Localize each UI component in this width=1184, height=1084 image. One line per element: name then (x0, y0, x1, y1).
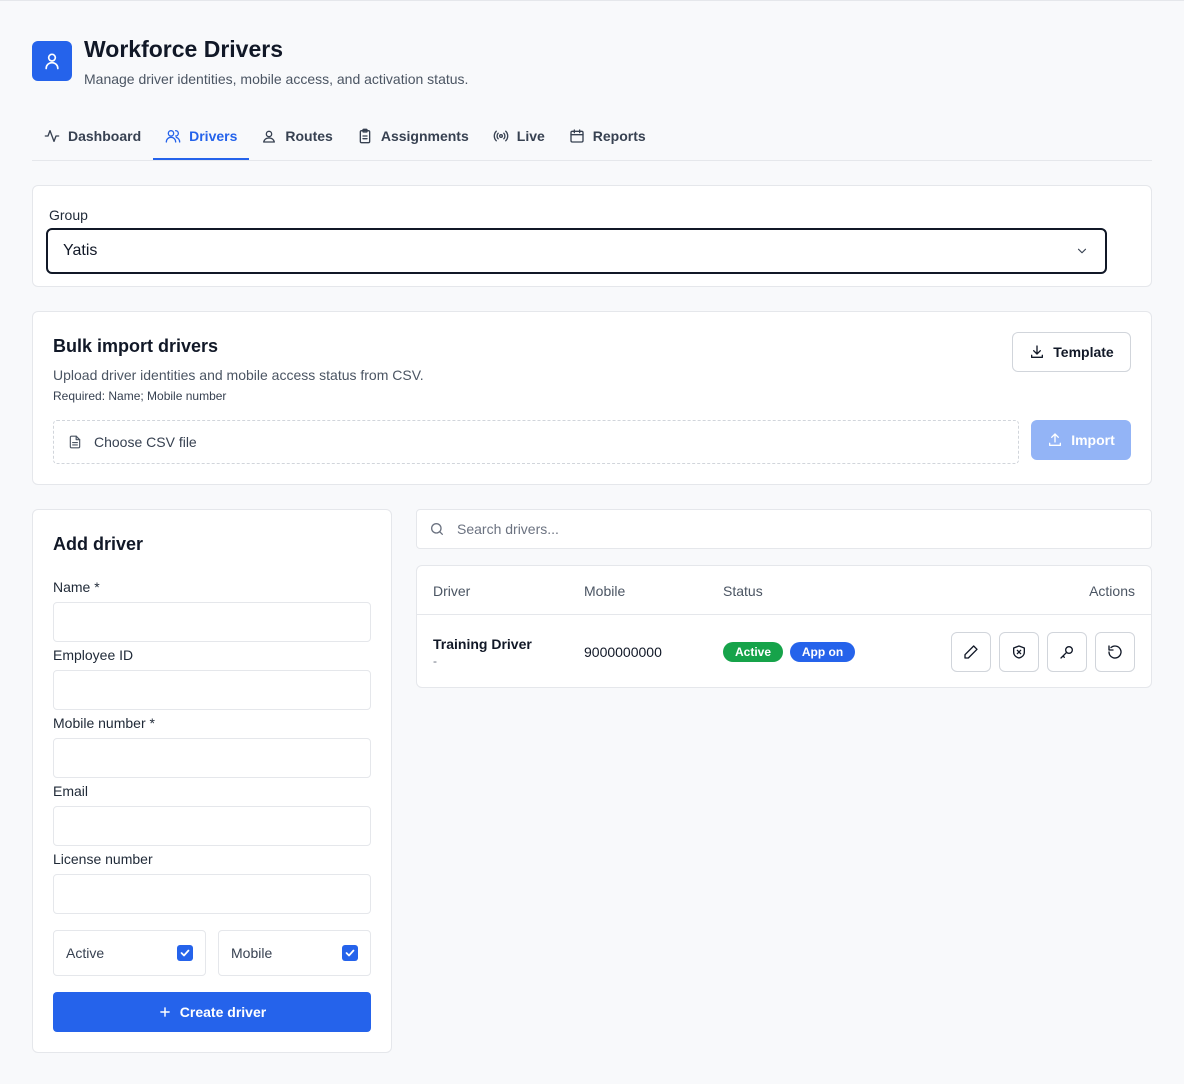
mobile-number-label: Mobile number * (53, 715, 155, 731)
name-label: Name * (53, 579, 100, 595)
pencil-icon (964, 645, 978, 659)
tab-reports[interactable]: Reports (557, 113, 658, 160)
import-button-label: Import (1071, 432, 1115, 448)
column-header-driver: Driver (433, 583, 471, 599)
drivers-table: Driver Mobile Status Actions Training Dr… (416, 565, 1152, 688)
csv-file-placeholder: Choose CSV file (94, 434, 197, 450)
broadcast-icon (493, 130, 509, 141)
tab-routes-label: Routes (285, 127, 333, 144)
tab-dashboard-label: Dashboard (68, 127, 142, 144)
app-badge: App on (790, 642, 855, 662)
tab-dashboard[interactable]: Dashboard (32, 113, 153, 160)
deactivate-driver-button[interactable] (999, 632, 1039, 672)
tab-assignments-label: Assignments (380, 127, 469, 144)
edit-driver-button[interactable] (951, 632, 991, 672)
check-icon (345, 949, 355, 957)
page: Workforce Drivers Manage driver identiti… (0, 1, 1184, 1084)
active-label: Active (66, 945, 105, 961)
reset-password-button[interactable] (1047, 632, 1087, 672)
mobile-checkbox[interactable] (342, 945, 358, 961)
header-divider (417, 614, 1151, 615)
page-subtitle: Manage driver identities, mobile access,… (84, 71, 469, 87)
email-label: Email (53, 783, 89, 799)
bulk-import-title: Bulk import drivers (53, 336, 219, 356)
import-button[interactable]: Import (1031, 420, 1131, 460)
license-number-field[interactable] (53, 874, 371, 914)
tab-assignments[interactable]: Assignments (345, 113, 481, 160)
column-header-mobile: Mobile (584, 583, 626, 599)
tab-live-label: Live (516, 127, 545, 144)
search-input[interactable] (457, 521, 1057, 537)
template-button-label: Template (1053, 344, 1114, 360)
column-header-actions: Actions (1089, 583, 1135, 599)
tab-reports-label: Reports (592, 127, 646, 144)
user-pin-icon (263, 130, 276, 143)
license-number-label: License number (53, 851, 153, 867)
create-driver-label: Create driver (179, 1004, 267, 1020)
tab-live[interactable]: Live (481, 113, 557, 160)
group-select[interactable]: Yatis (46, 228, 1107, 274)
mobile-toggle[interactable]: Mobile (218, 930, 371, 976)
column-header-status: Status (723, 583, 763, 599)
employee-id-label: Employee ID (53, 647, 134, 663)
search-icon (431, 523, 443, 535)
mobile-number-field[interactable] (53, 738, 371, 778)
reset-icon (1108, 645, 1122, 659)
file-icon (69, 435, 81, 449)
active-checkbox[interactable] (177, 945, 193, 961)
key-icon (1060, 646, 1073, 659)
tab-drivers-label: Drivers (189, 127, 238, 144)
tab-bar: Dashboard Drivers Routes Assignments Liv… (32, 113, 1152, 161)
user-icon (32, 41, 72, 81)
search-bar (416, 509, 1152, 549)
calendar-icon (570, 128, 584, 143)
shield-icon (1013, 645, 1025, 659)
download-icon (1031, 345, 1044, 358)
group-card: Group Yatis (32, 185, 1152, 287)
group-selected-value: Yatis (63, 242, 98, 259)
plus-icon (159, 1007, 170, 1017)
driver-name: Training Driver (433, 636, 532, 652)
tab-drivers[interactable]: Drivers (153, 113, 250, 160)
tab-routes[interactable]: Routes (249, 113, 344, 160)
bulk-import-description: Upload driver identities and mobile acce… (53, 367, 424, 383)
upload-icon (1049, 433, 1062, 446)
mobile-label: Mobile (231, 945, 273, 961)
chevron-down-icon (1077, 248, 1087, 254)
csv-file-picker[interactable]: Choose CSV file (53, 420, 1019, 464)
bulk-import-required: Required: Name; Mobile number (53, 389, 227, 403)
reset-device-button[interactable] (1095, 632, 1135, 672)
name-field[interactable] (53, 602, 371, 642)
template-button[interactable]: Template (1012, 332, 1131, 372)
page-title: Workforce Drivers (84, 36, 283, 62)
email-field[interactable] (53, 806, 371, 846)
status-badge: Active (723, 642, 783, 662)
driver-subtext: - (433, 654, 437, 668)
driver-mobile: 9000000000 (584, 644, 662, 660)
group-label: Group (49, 207, 88, 223)
add-driver-title: Add driver (53, 534, 144, 554)
employee-id-field[interactable] (53, 670, 371, 710)
add-driver-card: Add driver Name * Employee ID Mobile num… (32, 509, 392, 1053)
active-toggle[interactable]: Active (53, 930, 206, 976)
clipboard-icon (359, 128, 371, 143)
users-icon (165, 129, 181, 143)
activity-icon (44, 129, 60, 142)
bulk-import-card: Bulk import drivers Upload driver identi… (32, 311, 1152, 485)
create-driver-button[interactable]: Create driver (53, 992, 371, 1032)
check-icon (180, 949, 190, 957)
